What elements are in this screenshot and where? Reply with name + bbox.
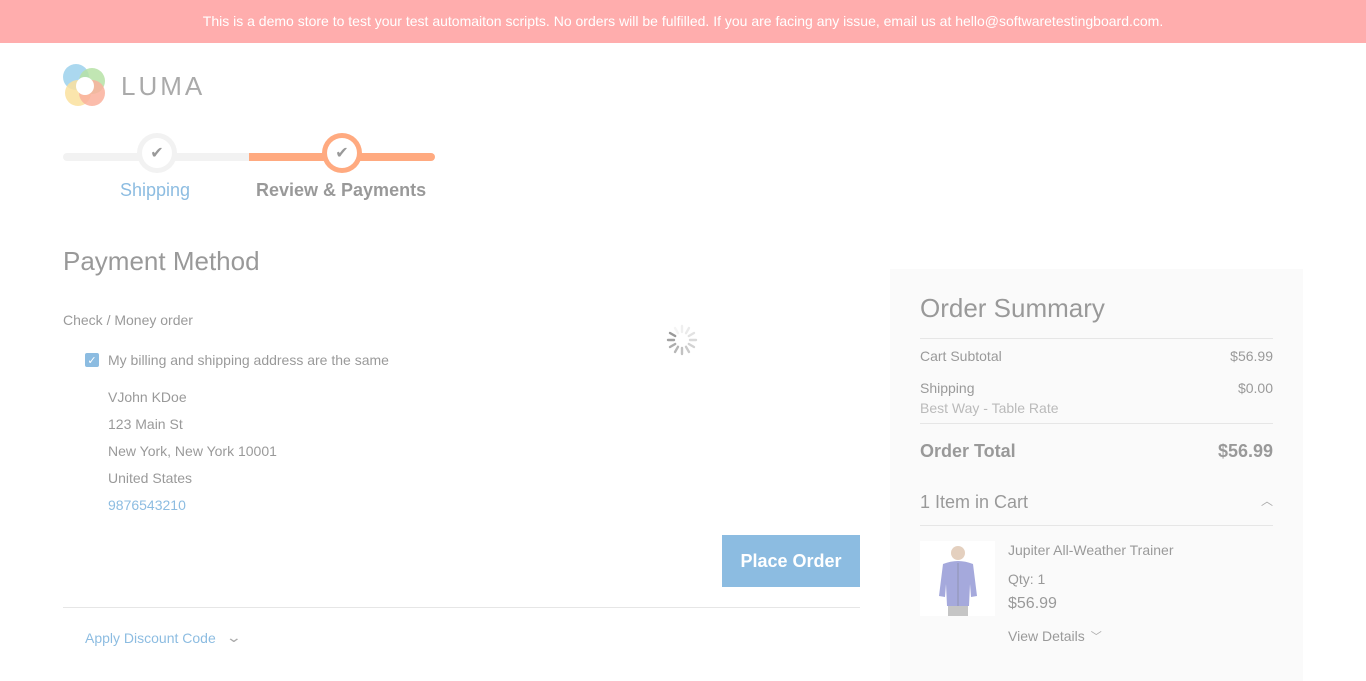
same-address-checkbox-row[interactable]: ✓ My billing and shipping address are th… [85,352,389,368]
same-address-checkbox[interactable]: ✓ [85,353,99,367]
step-shipping-label[interactable]: Shipping [120,180,190,201]
place-order-button[interactable]: Place Order [722,535,860,587]
address-country: United States [108,470,193,486]
summary-divider [920,423,1273,424]
checkmark-icon: ✔ [142,138,172,168]
summary-divider [920,338,1273,339]
address-phone-link[interactable]: 9876543210 [108,492,277,519]
shipping-label: Shipping [920,380,975,396]
summary-divider [920,525,1273,526]
luma-logo[interactable]: LUMA [63,64,205,108]
logo-text: LUMA [121,70,206,101]
view-details-toggle[interactable]: View Details ﹀ [1008,628,1102,644]
items-in-cart-label[interactable]: 1 Item in Cart [920,492,1028,513]
shipping-method: Best Way - Table Rate [920,400,1059,416]
shipping-row: Shipping $0.00 [920,380,1273,396]
items-in-cart-toggle[interactable]: 1 Item in Cart ︿ [920,492,1273,513]
checkout-progress-bar: ✔ ✔ Shipping Review & Payments [63,132,435,212]
chevron-down-icon[interactable]: ﹀ [1091,628,1102,644]
apply-discount-label[interactable]: Apply Discount Code [85,630,216,646]
address-name: VJohn KDoe [108,389,187,405]
view-details-label[interactable]: View Details [1008,628,1085,644]
payment-method-title: Payment Method [63,246,260,276]
section-divider [63,607,860,608]
payment-method-option-label[interactable]: Check / Money order [63,312,193,328]
chevron-down-icon[interactable]: ⌄ [225,629,241,646]
order-total-value: $56.99 [1217,441,1273,461]
order-total-label: Order Total [920,441,1016,461]
checkmark-icon: ✔ [327,138,357,168]
step-review-label: Review & Payments [256,180,427,200]
cart-subtotal-row: Cart Subtotal $56.99 [920,348,1273,364]
same-address-label[interactable]: My billing and shipping address are the … [108,352,389,368]
luma-logo-icon [63,64,107,108]
shipping-value: $0.00 [1237,380,1273,396]
cart-subtotal-label: Cart Subtotal [920,348,1002,364]
order-summary-title: Order Summary [920,293,1105,323]
step-shipping-marker[interactable]: ✔ [137,133,177,173]
order-summary-panel: Order Summary Cart Subtotal $56.99 Shipp… [890,269,1303,681]
billing-address: VJohn KDoe 123 Main St New York, New Yor… [108,384,277,519]
order-total-row: Order Total $56.99 [920,441,1273,462]
product-qty: Qty: 1 [1008,571,1046,587]
demo-store-banner: This is a demo store to test your test a… [0,0,1366,43]
product-thumbnail [920,541,995,616]
chevron-up-icon[interactable]: ︿ [1261,492,1273,513]
step-review-marker: ✔ [322,133,362,173]
address-city-line: New York, New York 10001 [108,443,277,459]
jacket-product-image [938,546,977,616]
product-price: $56.99 [1008,595,1057,612]
cart-subtotal-value: $56.99 [1230,348,1273,364]
apply-discount-toggle[interactable]: Apply Discount Code ⌄ [85,629,242,646]
loading-spinner-icon [666,324,698,356]
address-street: 123 Main St [108,416,183,432]
product-name: Jupiter All-Weather Trainer [1008,542,1174,558]
